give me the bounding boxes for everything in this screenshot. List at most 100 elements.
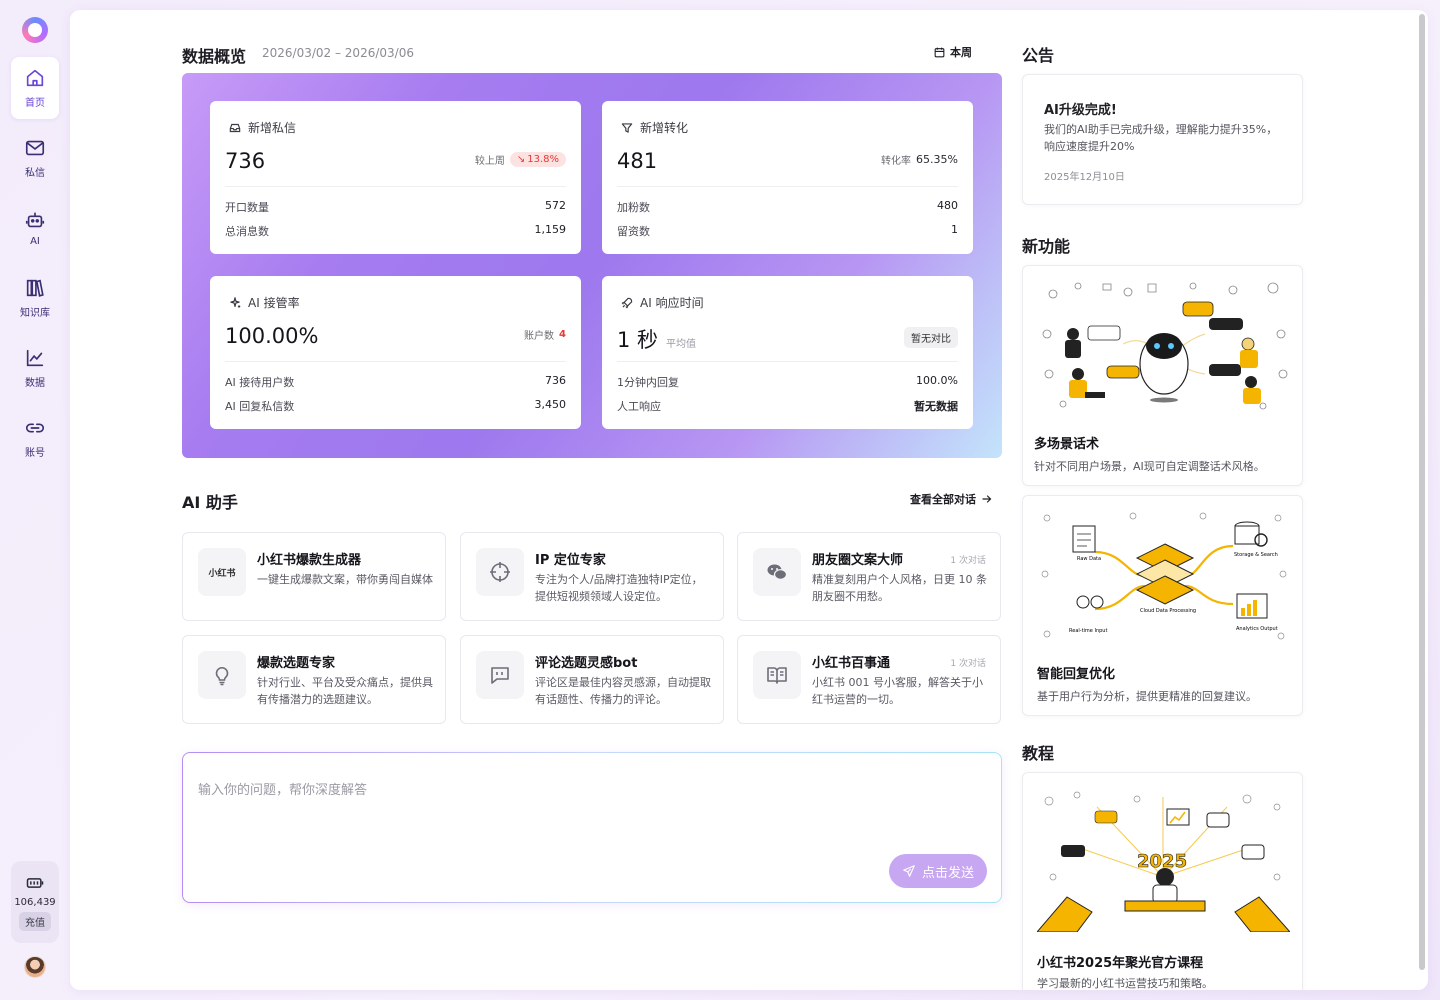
tool-card-xhs-faq[interactable]: 小红书百事通 1 次对话 小红书 001 号小客服，解答关于小红书运营的一切。 [737, 635, 1001, 724]
sidebar-item-knowledge[interactable]: 知识库 [11, 267, 59, 329]
sidebar-item-label: 账号 [25, 448, 45, 459]
label-cloud: Cloud Data Processing [1140, 608, 1196, 614]
card-title: AI 接管率 [248, 296, 300, 310]
tool-desc: 针对行业、平台及受众痛点，提供具有传播潜力的选题建议。 [257, 676, 433, 706]
conversation-count: 1 次对话 [950, 556, 986, 566]
stat-value: 3,450 [534, 398, 567, 411]
notice-section-title: 公告 [1022, 46, 1055, 65]
send-icon [903, 865, 915, 877]
scrollbar[interactable] [1419, 14, 1425, 970]
overview-panel: 新增私信 736 较上周 ↘ 13.8% 开口数量 572 总消息数 1,159 新增… [182, 73, 1002, 458]
question-input[interactable]: 输入你的问题，帮你深度解答 点击发送 [182, 752, 1002, 903]
tool-card-moments-writer[interactable]: 朋友圈文案大师 1 次对话 精准复刻用户个人风格，日更 10 条朋友圈不用愁。 [737, 532, 1001, 621]
card-value-main: 1 秒 [617, 328, 659, 352]
filter-icon [621, 122, 633, 133]
notice-heading: AI升级完成! [1044, 103, 1117, 118]
course-illustration: 2025 [1035, 787, 1292, 933]
tool-icon-box [753, 651, 801, 699]
stat-key: 1分钟内回复 [617, 376, 679, 389]
tutorial-section-title: 教程 [1022, 744, 1055, 763]
card-meta: 暂无对比 [904, 327, 958, 348]
sidebar-item-data[interactable]: 数据 [11, 337, 59, 399]
period-button-label: 本周 [950, 46, 972, 59]
view-all-conversations-link[interactable]: 查看全部对话 [910, 491, 993, 507]
card-head: AI 响应时间 [620, 294, 704, 311]
tool-card-topic-expert[interactable]: 爆款选题专家 针对行业、平台及受众痛点，提供具有传播潜力的选题建议。 [182, 635, 446, 724]
meta-value: 65.35% [916, 153, 958, 166]
divider [225, 186, 566, 187]
feature-card-multi-scene[interactable]: 多场景话术 针对不同用户场景，AI现可自定调整话术风格。 [1022, 265, 1303, 486]
sidebar: 首页 私信 AI 知识库 数据 账号 106,439 充值 [0, 0, 70, 1000]
label-realtime: Real-time Input [1069, 628, 1107, 634]
stat-key: 留资数 [617, 225, 650, 238]
tool-card-xhs-generator[interactable]: 小红书 小红书爆款生成器 一键生成爆款文案，带你勇闯自媒体 [182, 532, 446, 621]
calendar-icon [934, 47, 945, 57]
stat-row: 1分钟内回复 100.0% [617, 374, 958, 390]
tool-card-comment-bot[interactable]: 评论选题灵感bot 评论区是最佳内容灵感源，自动提取有话题性、传播力的评论。 [460, 635, 724, 724]
arrow-right-icon [982, 495, 992, 503]
tool-desc: 专注为个人/品牌打造独特IP定位，提供短视频领域人设定位。 [535, 573, 703, 603]
feature-title: 智能回复优化 [1037, 667, 1116, 682]
rocket-icon [621, 297, 633, 308]
stat-value: 1 [951, 223, 958, 236]
tool-title: IP 定位专家 [535, 553, 606, 568]
stat-row: 开口数量 572 [225, 199, 566, 215]
feature-title: 多场景话术 [1034, 437, 1100, 452]
sidebar-item-label: 知识库 [20, 308, 50, 319]
avatar[interactable] [24, 956, 46, 978]
app-logo[interactable] [22, 17, 48, 43]
stat-value: 736 [545, 374, 566, 387]
stat-value: 572 [545, 199, 566, 212]
sidebar-item-label: AI [30, 236, 40, 247]
sidebar-item-label: 首页 [25, 98, 45, 109]
feature-card-smart-reply[interactable]: Raw Data Storage & Search Cloud Data Pro… [1022, 495, 1303, 716]
stat-row: 人工响应 暂无数据 [617, 398, 958, 414]
data-flow-illustration: Raw Data Storage & Search Cloud Data Pro… [1033, 504, 1294, 648]
stat-card-ai-response-time: AI 响应时间 1 秒平均值 暂无对比 1分钟内回复 100.0% 人工响应 暂无数… [602, 276, 973, 429]
xhs-logo-text: 小红书 [208, 568, 236, 579]
stat-key: AI 回复私信数 [225, 400, 295, 413]
stat-card-ai-takeover: AI 接管率 100.00% 账户数 4 AI 接待用户数 736 AI 回复私信… [210, 276, 581, 429]
card-head: 新增私信 [228, 119, 296, 136]
sidebar-item-label: 私信 [25, 168, 45, 179]
tutorial-desc: 学习最新的小红书运营技巧和策略。 [1037, 977, 1213, 990]
feature-desc: 基于用户行为分析，提供更精准的回复建议。 [1037, 690, 1257, 703]
tool-icon-box [476, 548, 524, 596]
card-title: 新增转化 [640, 121, 689, 135]
divider [617, 361, 958, 362]
recharge-button[interactable]: 充值 [19, 912, 51, 931]
tool-card-ip-expert[interactable]: IP 定位专家 专注为个人/品牌打造独特IP定位，提供短视频领域人设定位。 [460, 532, 724, 621]
sidebar-item-messages[interactable]: 私信 [11, 127, 59, 189]
overview-title: 数据概览 [182, 47, 247, 66]
conversation-count: 1 次对话 [950, 659, 986, 669]
notice-card[interactable]: AI升级完成! 我们的AI助手已完成升级，理解能力提升35%，响应速度提升20%… [1022, 74, 1303, 205]
period-button[interactable]: 本周 [933, 44, 972, 60]
stat-card-new-messages: 新增私信 736 较上周 ↘ 13.8% 开口数量 572 总消息数 1,159 [210, 101, 581, 254]
notice-date: 2025年12月10日 [1044, 172, 1125, 183]
question-input-placeholder: 输入你的问题，帮你深度解答 [198, 783, 368, 798]
stat-card-conversions: 新增转化 481 转化率 65.35% 加粉数 480 留资数 1 [602, 101, 973, 254]
home-icon [26, 69, 44, 87]
stat-key: AI 接待用户数 [225, 376, 295, 389]
view-all-label: 查看全部对话 [910, 493, 976, 506]
sidebar-item-accounts[interactable]: 账号 [11, 407, 59, 469]
sidebar-item-home[interactable]: 首页 [11, 57, 59, 119]
trend-badge: ↘ 13.8% [509, 152, 566, 167]
send-button[interactable]: 点击发送 [889, 854, 987, 888]
sparkles-icon [230, 296, 241, 308]
sidebar-item-ai[interactable]: AI [11, 197, 59, 259]
robot-icon [25, 212, 45, 228]
card-value-sub: 平均值 [666, 339, 697, 350]
tutorial-card[interactable]: 2025 小红书2025年聚光官方课程 学习最新的小红书运营技巧和策略。 [1022, 772, 1303, 990]
feature-desc: 针对不同用户场景，AI现可自定调整话术风格。 [1034, 460, 1265, 473]
sidebar-item-label: 数据 [25, 378, 45, 389]
card-head: AI 接管率 [228, 294, 300, 311]
smart-reply-illustration: Raw Data Storage & Search Cloud Data Pro… [1033, 504, 1294, 648]
label-storage: Storage & Search [1234, 552, 1278, 558]
quote-bubble-icon [491, 667, 509, 684]
tool-desc: 小红书 001 号小客服，解答关于小红书运营的一切。 [812, 676, 983, 706]
divider [617, 186, 958, 187]
tutorial-illustration: 2025 [1035, 787, 1292, 933]
tool-icon-box [476, 651, 524, 699]
open-book-icon [767, 667, 787, 684]
